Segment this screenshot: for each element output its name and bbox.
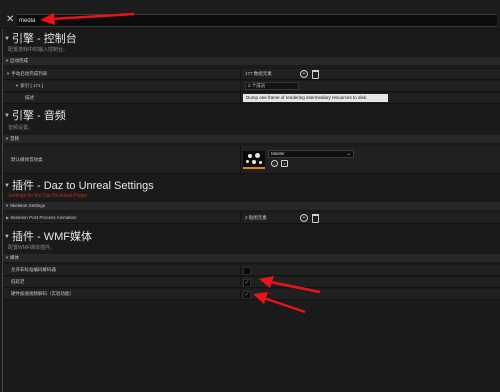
annotation-arrows (40, 12, 321, 314)
annotation-arrow-search (40, 12, 135, 25)
annotation-arrow-low-latency (259, 276, 321, 294)
annotation-arrow-hardware-accel (253, 292, 306, 314)
